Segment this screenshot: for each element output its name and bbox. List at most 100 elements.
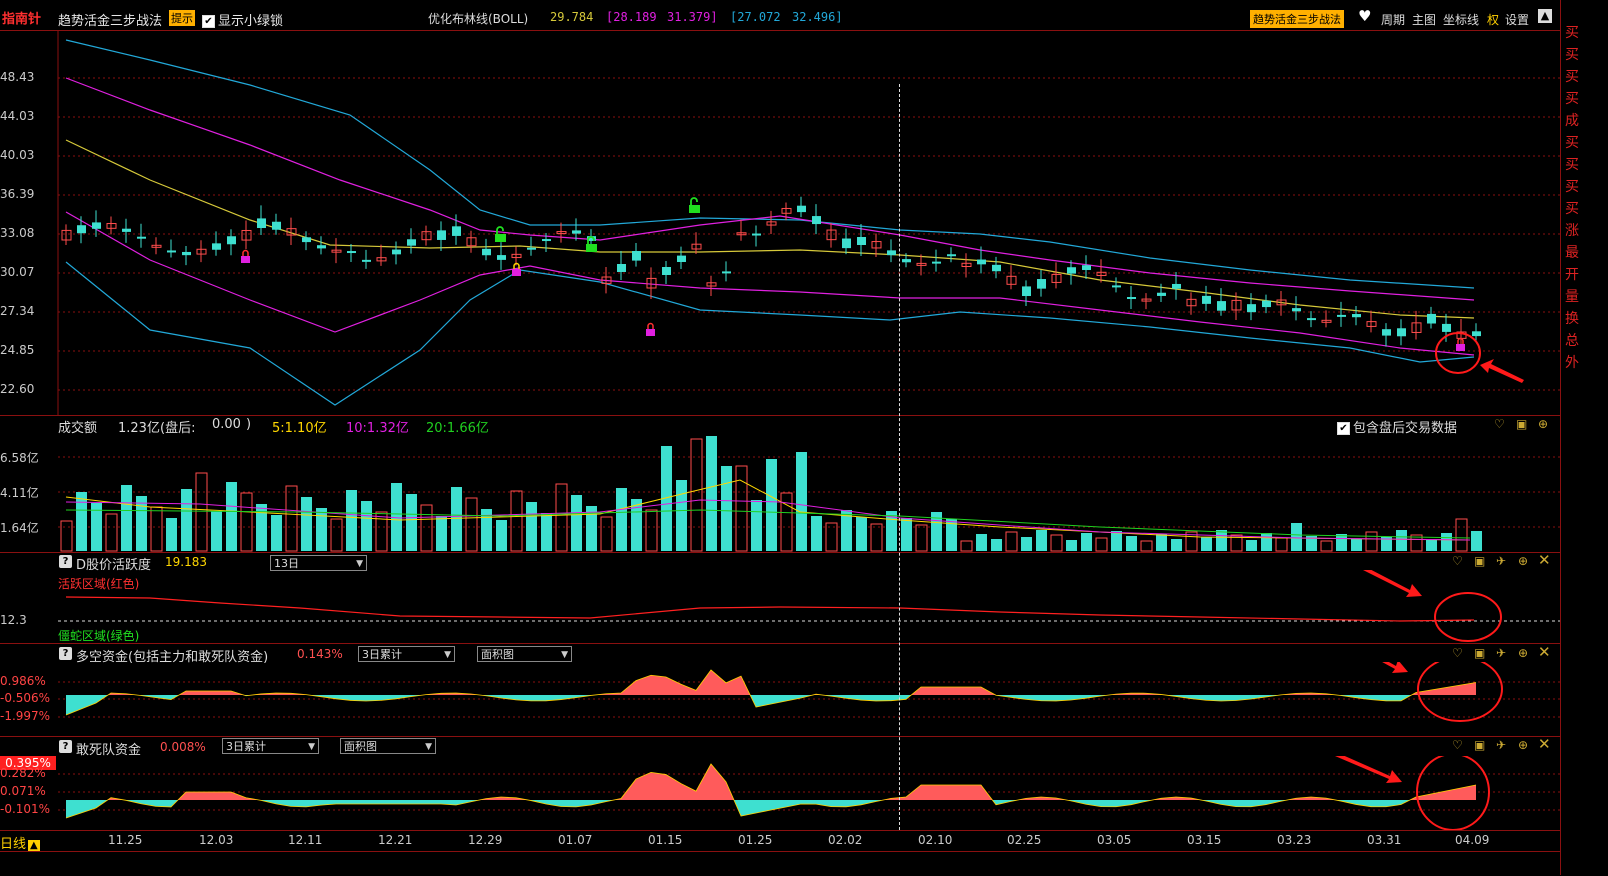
candle-body-down [1022,286,1031,297]
close-icon[interactable]: ✕ [1538,551,1551,569]
volume-bar-up [870,523,883,552]
activity-period-select[interactable]: 13日 ▼ [270,555,367,571]
show-lock-label: 显示小绿锁 [218,14,284,29]
candle-body-down [572,230,581,234]
boll-inner-upper [65,77,1475,301]
dare-value: 0.008% [160,740,206,754]
favorite-icon[interactable]: ♡ [1452,738,1463,752]
volume-bar-up [465,497,478,552]
price-tick-label: 40.03 [0,148,35,162]
candle-body-down [92,222,101,229]
volume-bar-down [1156,534,1167,551]
main-chart-button[interactable]: 主图 [1412,11,1436,28]
candle-body-down [977,259,986,265]
save-icon[interactable]: ▣ [1474,738,1485,752]
info-column-char: 涨 [1565,223,1579,239]
volume-chart[interactable] [0,432,1560,552]
volume-bar-down [361,501,372,551]
logo[interactable]: 指南针 [2,8,41,27]
volume-bar-up [375,511,388,552]
dare-style-select[interactable]: 面积图 ▼ [340,738,436,754]
candle-body-down [1427,313,1436,324]
volume-bar-down [856,517,867,551]
dare-chart[interactable] [0,756,1560,830]
collapse-up-icon[interactable]: ▲ [1538,9,1552,23]
volume-bar-down [811,516,822,551]
volume-bar-down [901,518,912,551]
candle-body-down [1397,328,1406,337]
candle-body-down [722,271,731,274]
settings-button[interactable]: 设置 [1505,11,1529,28]
candle-body-down [617,264,626,272]
help-icon[interactable]: ? [59,555,72,568]
right-info-column: 买买买买成买买买买涨最开量换总外 [1560,0,1608,875]
show-lock-toggle[interactable]: ✔ 显示小绿锁 [202,10,283,29]
activity-chart[interactable] [0,570,1560,643]
candle-body-down [527,247,536,250]
funds-style-select[interactable]: 面积图 ▼ [477,646,572,662]
zoom-icon[interactable]: ⊕ [1518,646,1528,660]
volume-bar-up [780,492,793,552]
activity-tick-label: 12.3 [0,613,27,627]
help-icon[interactable]: ? [59,647,72,660]
funds-period-select[interactable]: 3日累计 ▼ [358,646,455,662]
annotation-arrow [1480,359,1524,383]
save-icon[interactable]: ▣ [1516,417,1527,431]
close-icon[interactable]: ✕ [1538,643,1551,661]
zoom-icon[interactable]: ⊕ [1518,554,1528,568]
price-tick-label: 22.60 [0,382,35,396]
volume-bar-down [571,495,582,551]
volume-bar-down [721,466,732,551]
annotation-circle [1434,592,1502,642]
candle-body-down [182,251,191,256]
dare-tick-label: -0.101% [0,802,51,816]
pin-icon[interactable]: ✈ [1496,554,1506,568]
funds-chart[interactable] [0,662,1560,736]
period-label[interactable]: 日线 ▲ [0,833,40,852]
activity-value: 19.183 [165,555,207,569]
save-icon[interactable]: ▣ [1474,646,1485,660]
dare-period-select[interactable]: 3日累计 ▼ [222,738,319,754]
zoom-icon[interactable]: ⊕ [1538,417,1548,431]
pin-icon[interactable]: ✈ [1496,738,1506,752]
zoom-icon[interactable]: ⊕ [1518,738,1528,752]
volume-bar-down [316,508,327,551]
favorite-icon[interactable]: ♡ [1452,554,1463,568]
favorite-icon[interactable]: ♡ [1452,646,1463,660]
candle-body-down [542,239,551,242]
funds-style-value: 面积图 [481,648,514,661]
right-strategy-button[interactable]: 趋势活金三步战法 [1250,10,1344,28]
candle-body-down [452,226,461,236]
info-column-char: 买 [1565,47,1579,63]
candle-body-down [677,255,686,262]
period-button[interactable]: 周期 [1381,11,1405,28]
price-chart[interactable] [0,30,1560,415]
close-icon[interactable]: ✕ [1538,735,1551,753]
heart-icon[interactable]: ♥ [1358,7,1371,25]
volume-tick-label: 4.11亿 [0,486,39,500]
save-icon[interactable]: ▣ [1474,554,1485,568]
favorite-icon[interactable]: ♡ [1494,417,1505,431]
volume-bar-up [600,516,613,552]
volume-bar-down [181,489,192,551]
help-icon[interactable]: ? [59,740,72,753]
candle-body-down [272,221,281,230]
chevron-down-icon: ▼ [561,650,568,660]
volume-bar-up [240,492,253,552]
candle-body-down [1037,279,1046,289]
strategy-label[interactable]: 趋势活金三步战法 [58,10,162,29]
rights-button[interactable]: 权 [1487,11,1499,28]
price-tick-label: 36.39 [0,187,35,201]
date-tick-label: 12.11 [288,833,323,847]
date-tick-label: 02.25 [1007,833,1042,847]
price-tick-label: 44.03 [0,109,35,123]
pin-icon[interactable]: ✈ [1496,646,1506,660]
volume-bar-down [1396,530,1407,551]
hint-badge[interactable]: 提示 [169,10,195,26]
axis-button[interactable]: 坐标线 [1443,11,1479,28]
volume-bar-up [60,520,73,552]
funds-value: 0.143% [297,647,343,661]
candle-body-down [887,250,896,256]
checkbox-icon[interactable]: ✔ [202,15,215,28]
boll-value-outer-high: 32.496] [792,10,843,24]
